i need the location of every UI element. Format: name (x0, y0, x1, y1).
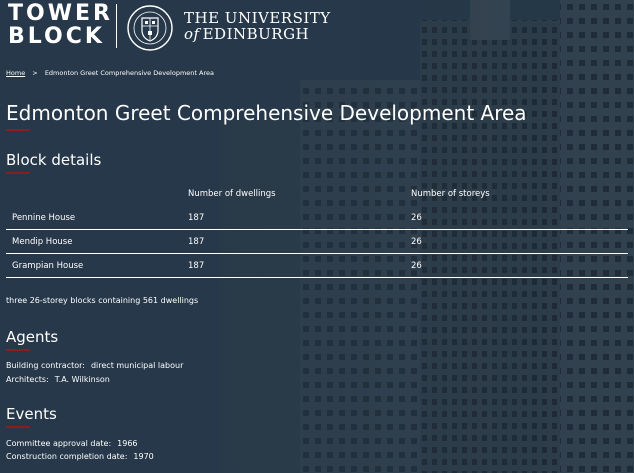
block-details-heading: Block details (6, 151, 102, 169)
event-value: 1966 (117, 439, 138, 448)
event-construction-completion: Construction completion date: 1970 (6, 450, 154, 463)
agents-heading: Agents (6, 328, 59, 346)
agent-building-contractor: Building contractor: direct municipal lab… (6, 359, 183, 372)
table-header-dwellings: Number of dwellings (188, 189, 276, 199)
dwellings-cell: 187 (188, 261, 205, 271)
event-label: Committee approval date: (6, 439, 112, 448)
university-name-line2: of EDINBURGH (184, 26, 309, 42)
block-name-cell: Mendip House (12, 237, 73, 247)
event-value: 1970 (133, 452, 154, 461)
breadcrumb-separator: > (32, 69, 38, 77)
university-of-word: of (184, 25, 200, 43)
university-edinburgh-word: EDINBURGH (202, 25, 310, 43)
block-details-table: Number of dwellings Number of storeys Pe… (6, 186, 628, 278)
dwellings-cell: 187 (188, 213, 205, 223)
events-heading: Events (6, 405, 57, 423)
logo-text-line1: TOWER (8, 1, 113, 26)
storeys-cell: 26 (411, 261, 422, 271)
event-label: Construction completion date: (6, 452, 128, 461)
breadcrumb: Home > Edmonton Greet Comprehensive Deve… (6, 69, 214, 78)
page-title: Edmonton Greet Comprehensive Development… (6, 101, 527, 125)
agent-label: Building contractor: (6, 361, 85, 370)
logo-divider (116, 4, 117, 48)
agent-label: Architects: (6, 375, 49, 384)
storeys-cell: 26 (411, 237, 422, 247)
table-row: Grampian House 187 26 (6, 254, 628, 278)
block-summary-text: three 26-storey blocks containing 561 dw… (6, 296, 199, 305)
tower-block-logo[interactable]: TOWER BLOCK (8, 2, 113, 48)
site-header: TOWER BLOCK THE UNIVERSITY of EDINBURGH (0, 0, 634, 56)
table-header-storeys: Number of storeys (411, 189, 490, 199)
university-name-line1: THE UNIVERSITY (184, 9, 331, 27)
block-name-cell: Grampian House (12, 261, 84, 271)
agents-underline (6, 349, 30, 351)
block-details-underline (6, 172, 30, 174)
block-name-cell: Pennine House (12, 213, 76, 223)
table-row: Mendip House 187 26 (6, 230, 628, 254)
agent-value: direct municipal labour (90, 361, 184, 370)
table-row: Pennine House 187 26 (6, 206, 628, 230)
event-committee-approval: Committee approval date: 1966 (6, 437, 138, 450)
breadcrumb-home-link[interactable]: Home (6, 69, 25, 77)
page-title-underline (6, 129, 30, 131)
university-crest-icon (127, 5, 173, 51)
dwellings-cell: 187 (188, 237, 205, 247)
table-header-row: Number of dwellings Number of storeys (6, 186, 628, 206)
breadcrumb-current: Edmonton Greet Comprehensive Development… (44, 69, 214, 77)
agent-value: T.A. Wilkinson (54, 375, 110, 384)
logo-text-line2: BLOCK (8, 24, 105, 49)
events-underline (6, 426, 30, 428)
agent-architects: Architects: T.A. Wilkinson (6, 373, 110, 386)
storeys-cell: 26 (411, 213, 422, 223)
